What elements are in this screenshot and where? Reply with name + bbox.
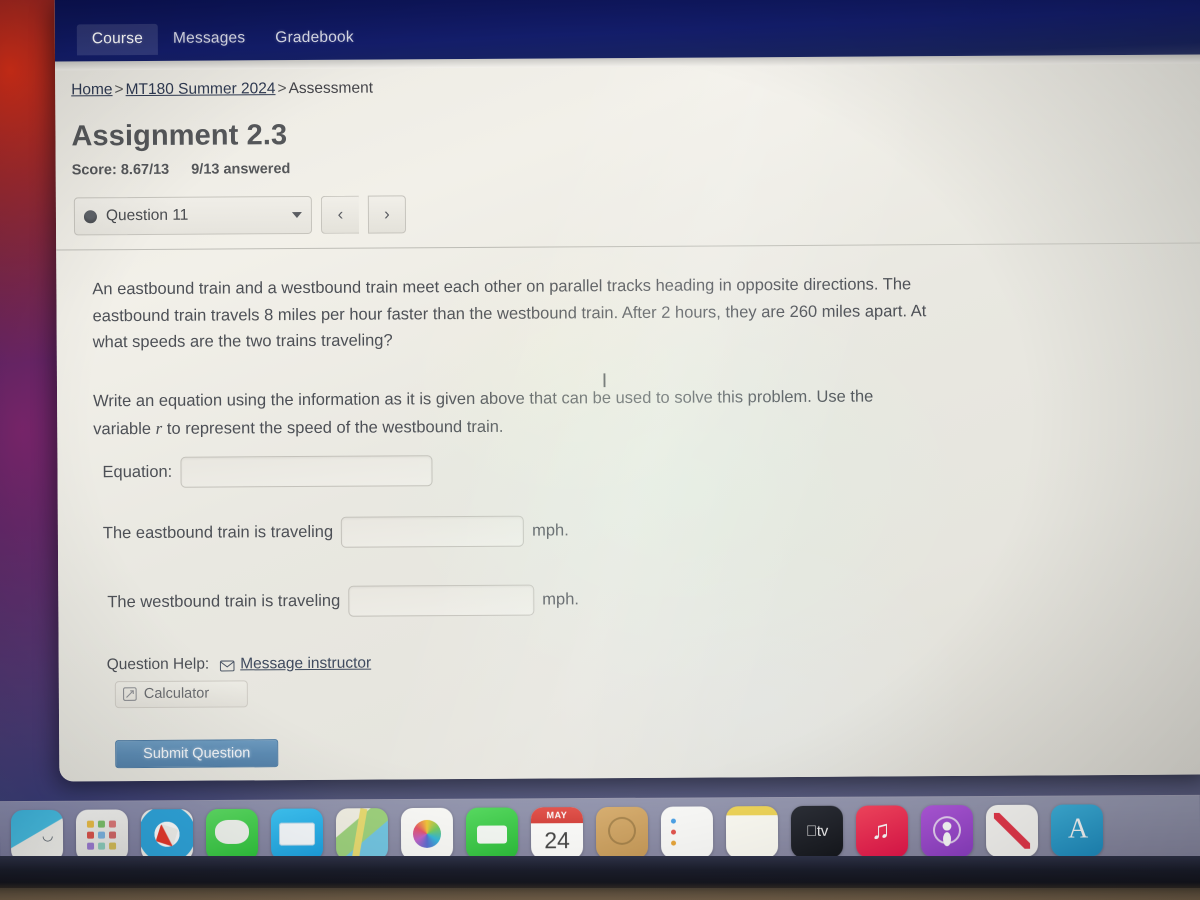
maps-icon (335, 807, 389, 860)
envelope-icon (219, 659, 235, 672)
assessment-page: Home > MT180 Summer 2024 > Assessment Assign… (55, 63, 1200, 782)
dock-item-contacts[interactable] (591, 803, 653, 861)
dock-item-calendar[interactable]: MAY 24 (526, 804, 588, 862)
finder-icon (10, 809, 64, 862)
score-value: Score: 8.67/13 (71, 161, 170, 179)
dock-item-notes[interactable] (721, 803, 783, 861)
equation-input[interactable] (180, 454, 433, 488)
westbound-unit: mph. (542, 589, 580, 609)
dock-item-music[interactable] (851, 802, 913, 860)
prompt-line-1: An eastbound train and a westbound train… (92, 276, 732, 299)
calendar-month-label: MAY (530, 806, 583, 823)
dock-item-appstore[interactable] (1046, 801, 1108, 859)
dock-item-messages[interactable] (201, 805, 263, 863)
question-navigation: Question 11 ‹ › (56, 171, 1200, 236)
browser-window: Course Messages Gradebook Home > MT180 Sum… (54, 0, 1200, 782)
calendar-day-label: 24 (544, 827, 570, 854)
launchpad-icon (75, 808, 129, 862)
dock-item-facetime[interactable] (461, 804, 523, 862)
question-instruction: Write an equation using the information … (93, 383, 913, 442)
photos-icon (400, 807, 454, 860)
news-icon (985, 804, 1039, 857)
popout-square-icon (122, 687, 137, 702)
dock-item-reminders[interactable] (656, 803, 718, 861)
breadcrumb-separator-1: > (114, 81, 124, 99)
message-instructor-label: Message instructor (240, 654, 372, 672)
safari-icon (140, 808, 194, 861)
eastbound-answer-row: The eastbound train is traveling mph. (94, 512, 988, 548)
calculator-button[interactable]: Calculator (114, 679, 248, 708)
eastbound-label: The eastbound train is traveling (102, 522, 334, 542)
page-title: Assignment 2.3 (71, 119, 288, 153)
bezel-shine (0, 888, 1200, 900)
equation-label: Equation: (102, 462, 173, 481)
calculator-label: Calculator (143, 685, 210, 703)
next-question-button[interactable]: › (367, 195, 407, 234)
question-select-dropdown[interactable]: Question 11 (73, 195, 313, 236)
eastbound-speed-input[interactable] (341, 515, 525, 548)
dock-item-photos[interactable] (396, 804, 458, 862)
mail-icon (270, 807, 324, 861)
appletv-label: tv (806, 822, 828, 840)
appstore-icon (1050, 803, 1104, 857)
westbound-answer-row: The westbound train is traveling mph. (94, 581, 988, 617)
dock-item-maps[interactable] (331, 805, 393, 863)
appletv-icon: tv (790, 805, 844, 858)
westbound-speed-input[interactable] (348, 584, 535, 617)
breadcrumb-link-course[interactable]: MT180 Summer 2024 (126, 80, 276, 98)
nav-tab-course[interactable]: Course (76, 23, 159, 56)
dock-item-mail[interactable] (266, 805, 328, 863)
nav-tab-gradebook[interactable]: Gradebook (260, 23, 369, 55)
equation-answer-row: Equation: (93, 451, 987, 488)
question-body: An eastbound train and a westbound train… (56, 245, 989, 768)
breadcrumb-current: Assessment (288, 79, 374, 98)
chevron-down-icon (291, 212, 302, 219)
submit-question-button[interactable]: Submit Question (115, 738, 279, 768)
messages-icon (205, 808, 259, 861)
music-icon (855, 804, 909, 858)
top-navigation-bar: Course Messages Gradebook (54, 0, 1200, 62)
dock-item-appletv[interactable]: tv (786, 802, 848, 860)
reminders-icon (660, 805, 714, 859)
westbound-label: The westbound train is traveling (107, 591, 341, 611)
notes-icon (725, 805, 779, 858)
laptop-screen-photo: Course Messages Gradebook Home > MT180 Sum… (0, 0, 1200, 900)
facetime-icon (465, 806, 519, 860)
answered-count: 9/13 answered (191, 161, 291, 178)
dock-item-podcasts[interactable] (916, 802, 978, 860)
laptop-bezel-bottom (0, 856, 1200, 900)
eastbound-unit: mph. (532, 520, 569, 540)
previous-question-button[interactable]: ‹ (320, 195, 360, 234)
breadcrumb-link-home[interactable]: Home (71, 81, 112, 98)
partial-credit-dot-icon (83, 209, 97, 223)
question-help-row: Question Help: Message instructor (95, 650, 989, 673)
question-prompt: An eastbound train and a westbound train… (92, 271, 927, 356)
instruction-text-after: to represent the speed of the westbound … (162, 417, 504, 438)
contacts-icon (595, 806, 649, 859)
breadcrumb-separator-2: > (277, 80, 287, 98)
dock-item-news[interactable] (981, 801, 1043, 859)
message-instructor-link[interactable]: Message instructor (219, 654, 371, 673)
calendar-icon: MAY 24 (530, 806, 584, 859)
podcasts-icon (920, 804, 974, 857)
question-help-label: Question Help: (106, 655, 210, 673)
nav-tab-messages[interactable]: Messages (158, 23, 260, 55)
question-select-label: Question 11 (105, 206, 189, 225)
